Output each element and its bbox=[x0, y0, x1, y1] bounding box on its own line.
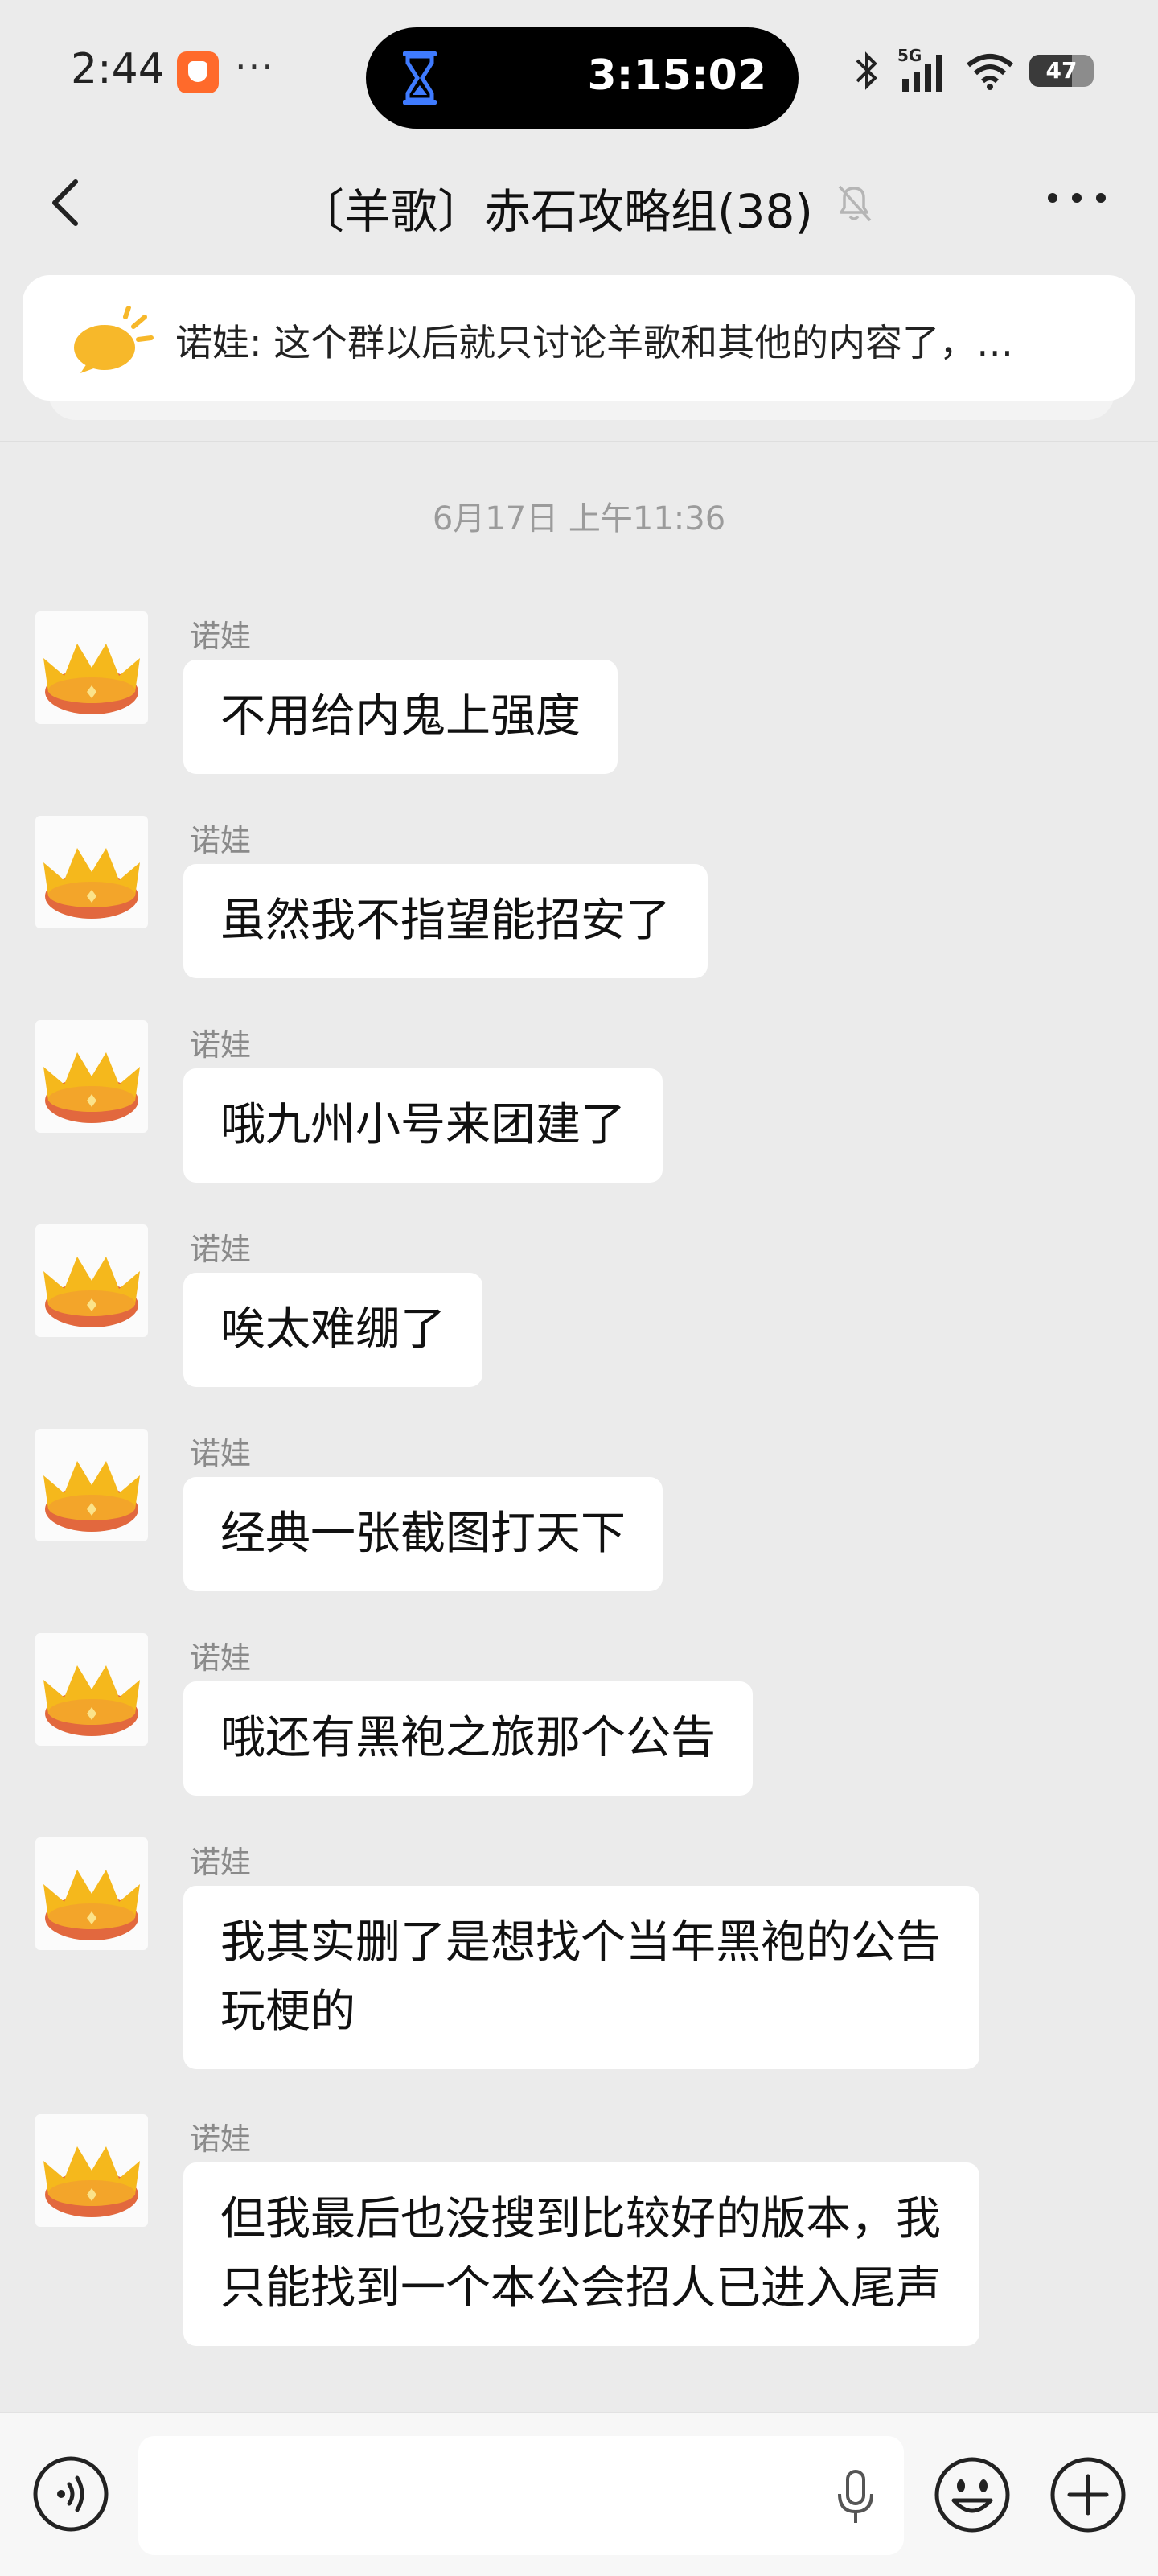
divider bbox=[0, 441, 1158, 442]
system-icons: 5G 47 bbox=[851, 47, 1094, 95]
cellular-5g-icon: 5G bbox=[897, 47, 942, 92]
message-input[interactable] bbox=[138, 2436, 904, 2555]
crown-icon bbox=[43, 1052, 140, 1123]
group-announcement[interactable]: 诺娃: 这个群以后就只讨论羊歌和其他的内容了，… bbox=[23, 275, 1135, 401]
crown-icon bbox=[43, 1257, 140, 1327]
sender-name: 诺娃 bbox=[190, 1640, 252, 1676]
crown-icon bbox=[43, 848, 140, 919]
crown-icon bbox=[43, 1461, 140, 1532]
bluetooth-icon bbox=[856, 51, 877, 90]
message-bubble[interactable]: 经典一张截图打天下 bbox=[183, 1477, 663, 1591]
crown-icon bbox=[43, 1665, 140, 1736]
message-bubble[interactable]: 哦还有黑袍之旅那个公告 bbox=[183, 1681, 753, 1796]
dynamic-island[interactable]: 3:15:02 bbox=[366, 27, 799, 129]
input-bar bbox=[0, 2412, 1158, 2576]
group-title: 〔羊歌〕赤石攻略组(38) bbox=[298, 184, 814, 239]
avatar[interactable] bbox=[35, 2114, 148, 2227]
hourglass-icon bbox=[403, 51, 437, 105]
back-arrow-icon[interactable] bbox=[35, 171, 100, 235]
screen-time-timer: 3:15:02 bbox=[587, 51, 767, 100]
sender-name: 诺娃 bbox=[190, 619, 252, 654]
microphone-icon[interactable] bbox=[835, 2468, 877, 2526]
avatar[interactable] bbox=[35, 1224, 148, 1337]
mute-bell-icon bbox=[838, 185, 872, 222]
message-bubble[interactable]: 虽然我不指望能招安了 bbox=[183, 864, 708, 978]
sender-name: 诺娃 bbox=[190, 2121, 252, 2157]
sender-name: 诺娃 bbox=[190, 1232, 252, 1267]
svg-text:5G: 5G bbox=[897, 47, 922, 65]
crown-icon bbox=[43, 644, 140, 714]
add-plus-icon[interactable] bbox=[1049, 2455, 1127, 2534]
more-notifications-icon: ··· bbox=[235, 45, 275, 88]
app-notification-icon bbox=[177, 51, 219, 93]
crown-icon bbox=[43, 2146, 140, 2217]
announcement-text: 诺娃: 这个群以后就只讨论羊歌和其他的内容了，… bbox=[175, 321, 1014, 364]
chat-header: 〔羊歌〕赤石攻略组(38) bbox=[0, 145, 1158, 265]
avatar[interactable] bbox=[35, 1020, 148, 1133]
message-bubble[interactable]: 哦九州小号来团建了 bbox=[183, 1068, 663, 1183]
voice-mode-icon[interactable] bbox=[32, 2455, 109, 2533]
message-bubble[interactable]: 不用给内鬼上强度 bbox=[183, 660, 618, 774]
chat-timestamp: 6月17日 上午11:36 bbox=[432, 500, 726, 537]
message-bubble[interactable]: 唉太难绷了 bbox=[183, 1273, 482, 1387]
message-bubble[interactable]: 我其实删了是想找个当年黑袍的公告玩梗的 bbox=[183, 1886, 979, 2069]
avatar[interactable] bbox=[35, 1429, 148, 1541]
sender-name: 诺娃 bbox=[190, 1845, 252, 1880]
emoji-icon[interactable] bbox=[933, 2455, 1012, 2534]
sender-name: 诺娃 bbox=[190, 1436, 252, 1471]
avatar[interactable] bbox=[35, 1633, 148, 1746]
announcement-bubble-icon bbox=[74, 306, 154, 373]
avatar[interactable] bbox=[35, 611, 148, 724]
status-time: 2:44 bbox=[71, 45, 165, 93]
battery-icon: 47 bbox=[1029, 55, 1094, 87]
message-bubble[interactable]: 但我最后也没搜到比较好的版本，我只能找到一个本公会招人已进入尾声 bbox=[183, 2162, 979, 2346]
sender-name: 诺娃 bbox=[190, 823, 252, 858]
wifi-icon bbox=[967, 54, 1013, 90]
more-options-icon[interactable] bbox=[1041, 174, 1113, 222]
crown-icon bbox=[43, 1870, 140, 1940]
avatar[interactable] bbox=[35, 1837, 148, 1950]
status-bar: 2:44 ··· 3:15:02 5G 47 bbox=[0, 0, 1158, 145]
avatar[interactable] bbox=[35, 816, 148, 928]
sender-name: 诺娃 bbox=[190, 1027, 252, 1063]
